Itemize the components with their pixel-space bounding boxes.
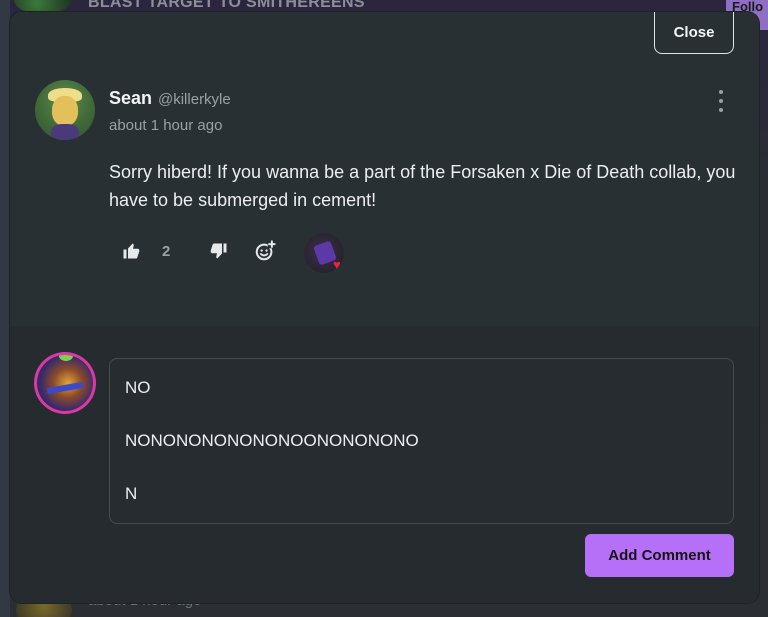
close-button[interactable]: Close — [654, 12, 734, 54]
comment-timestamp: about 1 hour ago — [109, 117, 223, 134]
avatar — [34, 352, 96, 414]
heart-icon: ♥ — [333, 257, 341, 272]
avatar[interactable] — [35, 80, 95, 140]
author-handle[interactable]: @killerkyle — [158, 91, 231, 108]
thumbs-down-icon[interactable] — [208, 240, 230, 262]
reaction-avatar[interactable]: ♥ — [304, 233, 344, 273]
background-strip — [0, 0, 10, 617]
add-comment-button[interactable]: Add Comment — [585, 534, 734, 577]
reply-line — [125, 402, 718, 429]
comment-modal: Close Sean @killerkyle about 1 hour ago … — [10, 12, 759, 603]
reply-line: NONONONONONONOONONONONO — [125, 431, 419, 450]
background-post-title: BLAST TARGET TO SMITHEREENS — [88, 0, 365, 11]
like-count: 2 — [162, 243, 171, 260]
comment-body: Sorry hiberd! If you wanna be a part of … — [109, 162, 736, 210]
thumbs-up-icon[interactable] — [120, 240, 142, 262]
reply-line: NO — [125, 378, 151, 397]
author-name[interactable]: Sean — [109, 88, 152, 109]
reply-line: N — [125, 484, 138, 503]
reply-input[interactable]: NO NONONONONONONOONONONONO N — [109, 358, 734, 524]
add-reaction-icon[interactable] — [254, 240, 276, 262]
reply-line — [125, 455, 718, 482]
comment-section: Close Sean @killerkyle about 1 hour ago … — [10, 12, 759, 326]
kebab-menu-icon[interactable] — [714, 90, 728, 112]
